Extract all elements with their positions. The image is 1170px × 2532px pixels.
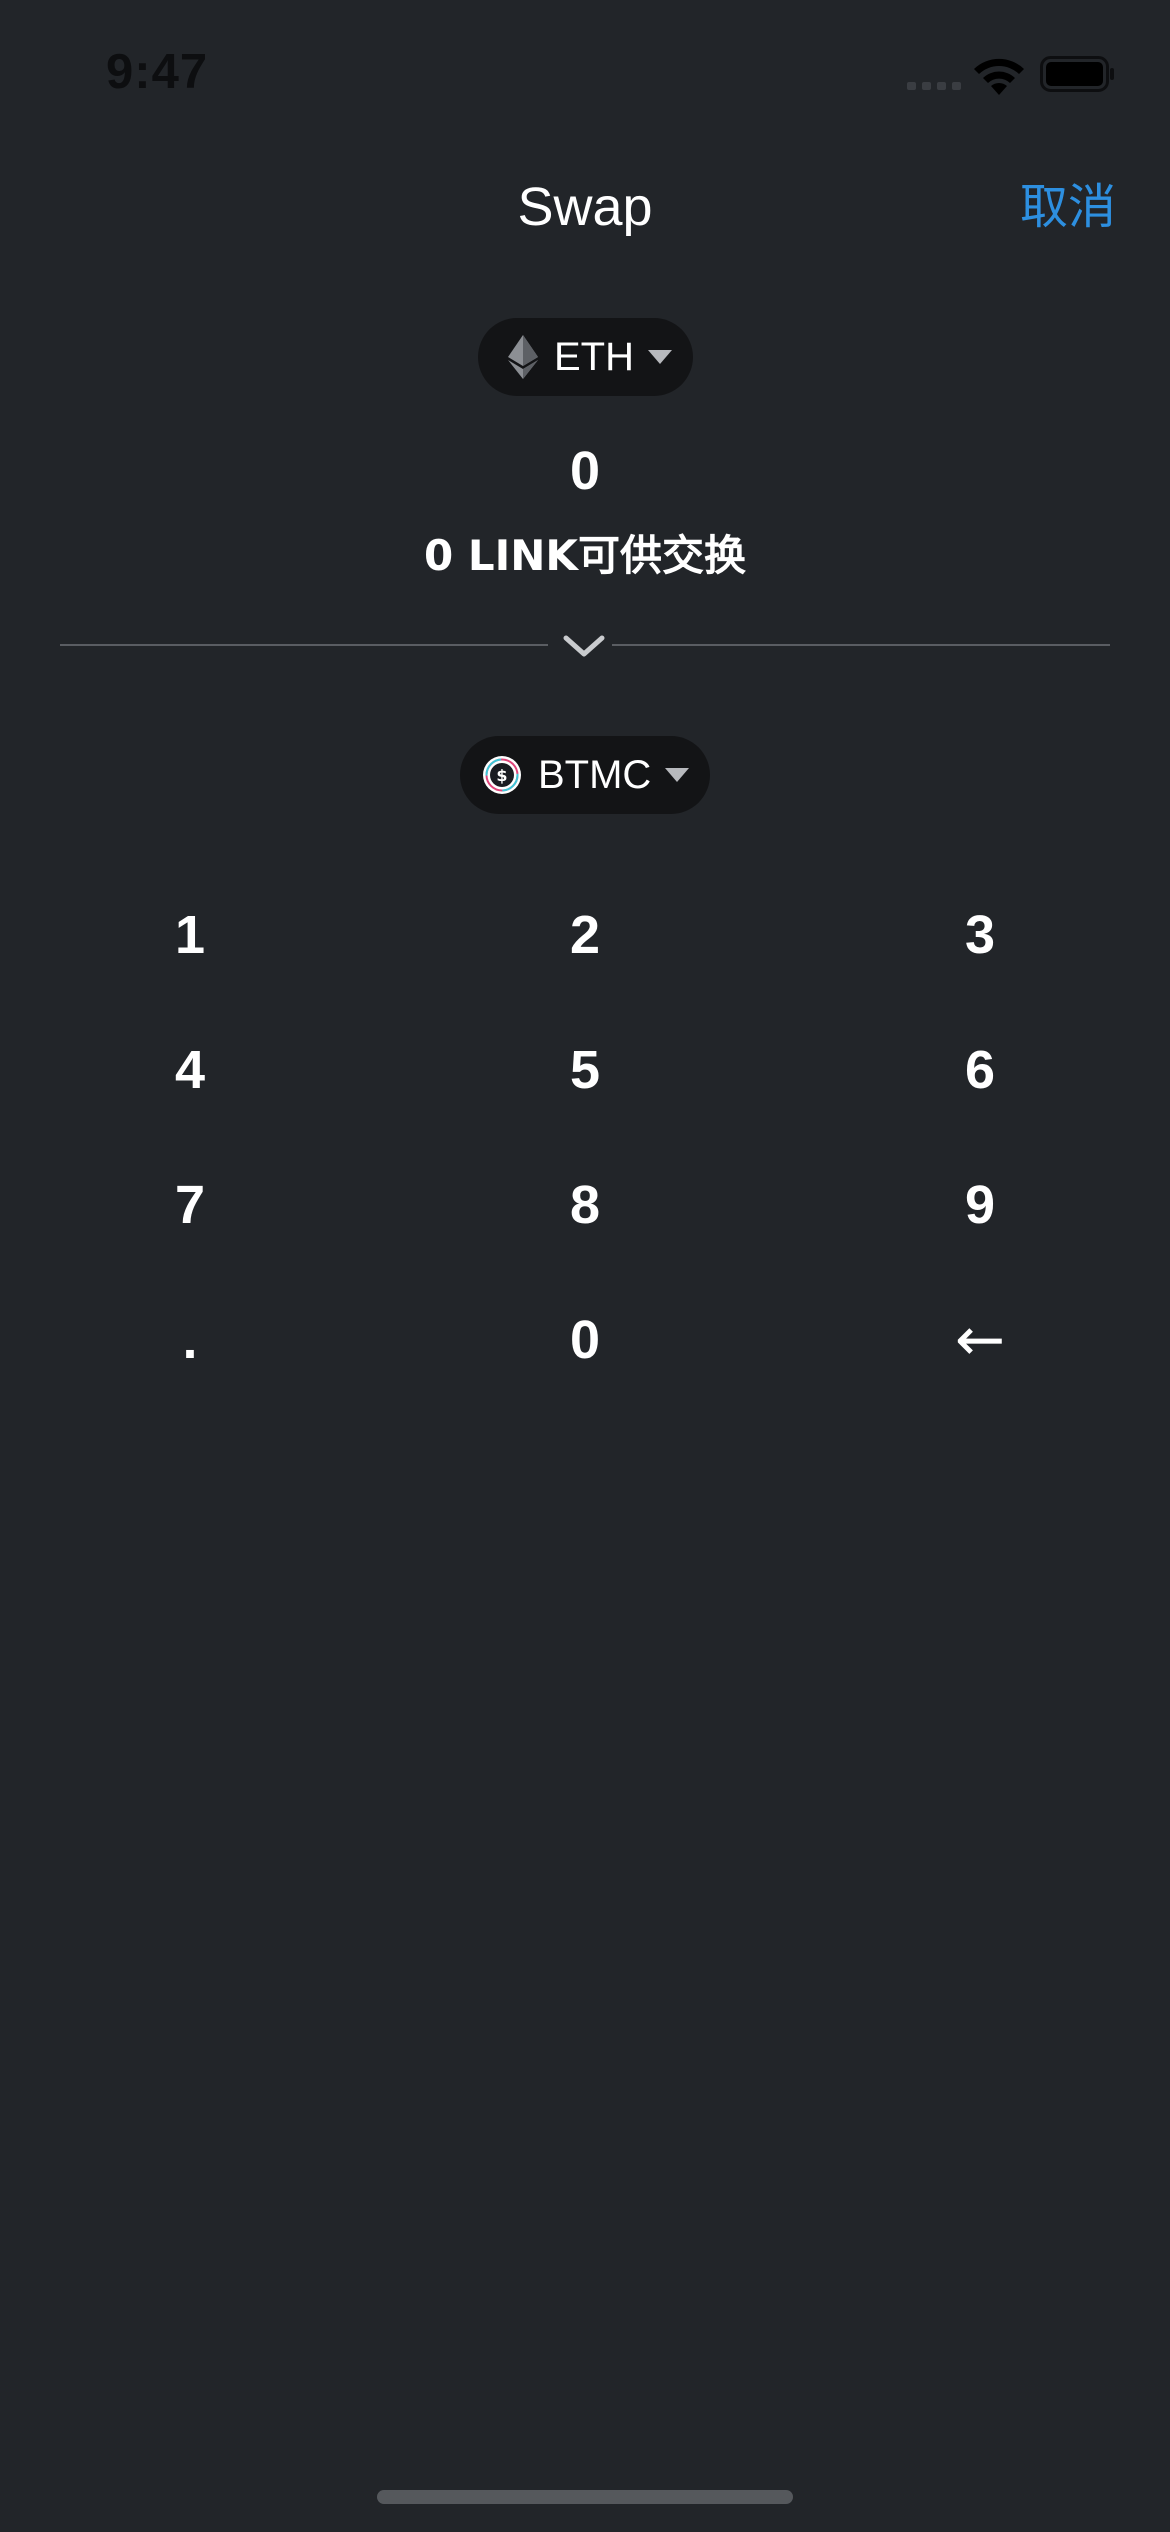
from-token-symbol: ETH (554, 334, 634, 379)
divider (612, 644, 1110, 646)
keypad-key-0[interactable]: 0 (475, 1285, 695, 1395)
keypad-key-decimal[interactable]: . (80, 1285, 300, 1395)
chevron-down-icon (665, 768, 690, 782)
backspace-key[interactable]: ← (870, 1285, 1090, 1395)
chevron-down-icon (648, 350, 672, 364)
home-indicator[interactable] (377, 2490, 793, 2504)
to-token-symbol: BTMC (538, 752, 652, 797)
wifi-icon (974, 58, 1024, 95)
available-balance: 0 LINK可供交换 (424, 531, 746, 580)
keypad-key-3[interactable]: 3 (870, 880, 1090, 990)
amount-display: 0 (569, 441, 601, 501)
from-token-selector[interactable]: ETH (478, 318, 693, 396)
to-token-selector[interactable]: $ BTMC (460, 736, 710, 814)
cellular-signal-icon (907, 82, 961, 90)
divider (60, 644, 548, 646)
keypad-key-6[interactable]: 6 (870, 1015, 1090, 1125)
keypad-key-9[interactable]: 9 (870, 1150, 1090, 1260)
ethereum-icon (508, 335, 538, 379)
status-bar: 9:47 (0, 0, 1170, 150)
keypad-key-8[interactable]: 8 (475, 1150, 695, 1260)
keypad-key-1[interactable]: 1 (80, 880, 300, 990)
btmc-coin-icon: $ (483, 756, 521, 794)
status-time: 9:47 (106, 45, 209, 99)
chevron-down-swap-icon[interactable] (562, 632, 606, 660)
battery-icon (1040, 56, 1114, 92)
svg-text:$: $ (496, 766, 507, 785)
page-title: Swap (517, 177, 653, 237)
keypad-key-2[interactable]: 2 (475, 880, 695, 990)
cancel-button[interactable]: 取消 (1020, 176, 1116, 238)
keypad-key-7[interactable]: 7 (80, 1150, 300, 1260)
keypad-key-4[interactable]: 4 (80, 1015, 300, 1125)
keypad-key-5[interactable]: 5 (475, 1015, 695, 1125)
